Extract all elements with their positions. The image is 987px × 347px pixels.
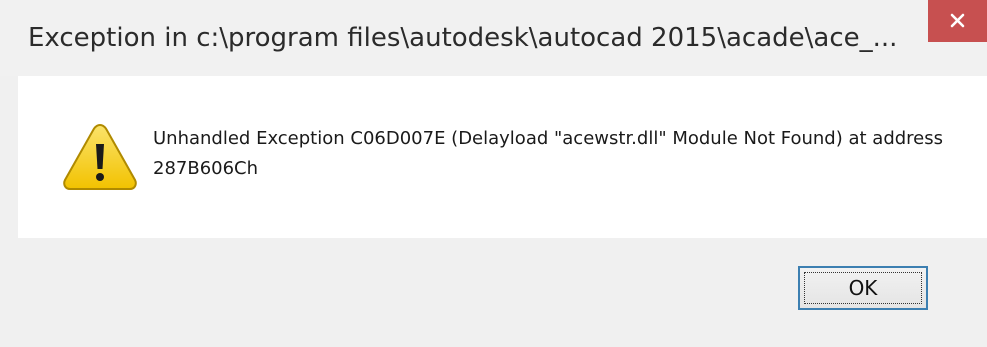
dialog-title: Exception in c:\program files\autodesk\a… (28, 23, 898, 53)
ok-button-label: OK (848, 276, 878, 300)
dialog-footer: OK (18, 238, 987, 347)
close-icon (950, 13, 965, 28)
error-message: Unhandled Exception C06D007E (Delayload … (153, 128, 944, 179)
dialog-content: Unhandled Exception C06D007E (Delayload … (18, 76, 987, 238)
title-bar[interactable]: Exception in c:\program files\autodesk\a… (0, 0, 987, 76)
ok-button[interactable]: OK (798, 266, 928, 310)
close-button[interactable] (928, 0, 987, 42)
warning-icon (63, 123, 137, 190)
exception-dialog: Exception in c:\program files\autodesk\a… (0, 0, 987, 347)
